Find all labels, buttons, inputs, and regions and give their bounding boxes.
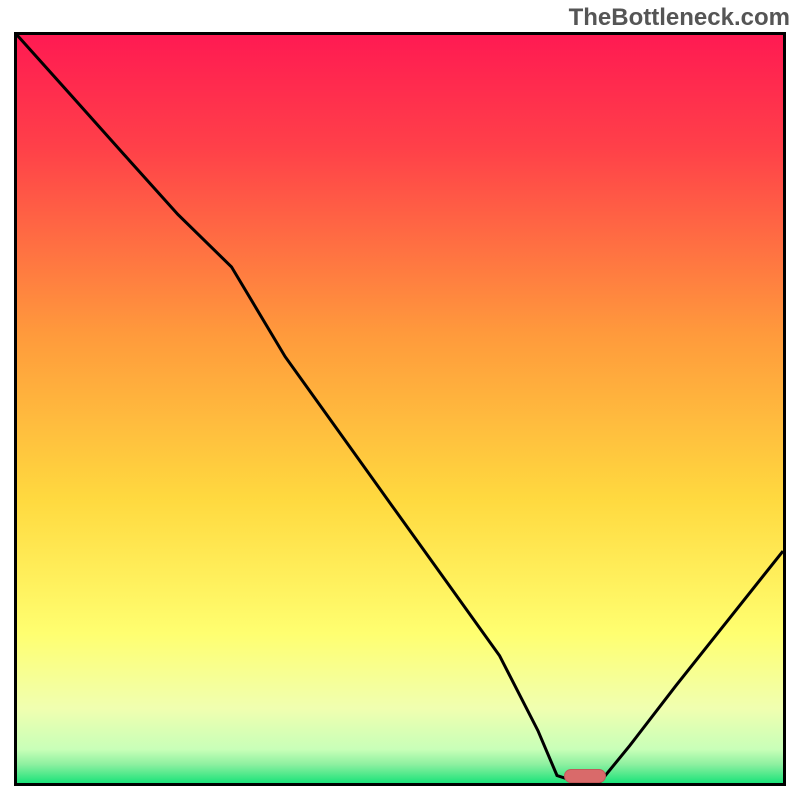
bottleneck-curve (17, 35, 783, 783)
plot-frame (14, 32, 786, 786)
curve-layer (17, 35, 783, 783)
watermark-text: TheBottleneck.com (569, 4, 790, 32)
optimal-marker (564, 769, 606, 783)
chart-container: TheBottleneck.com (0, 0, 800, 800)
